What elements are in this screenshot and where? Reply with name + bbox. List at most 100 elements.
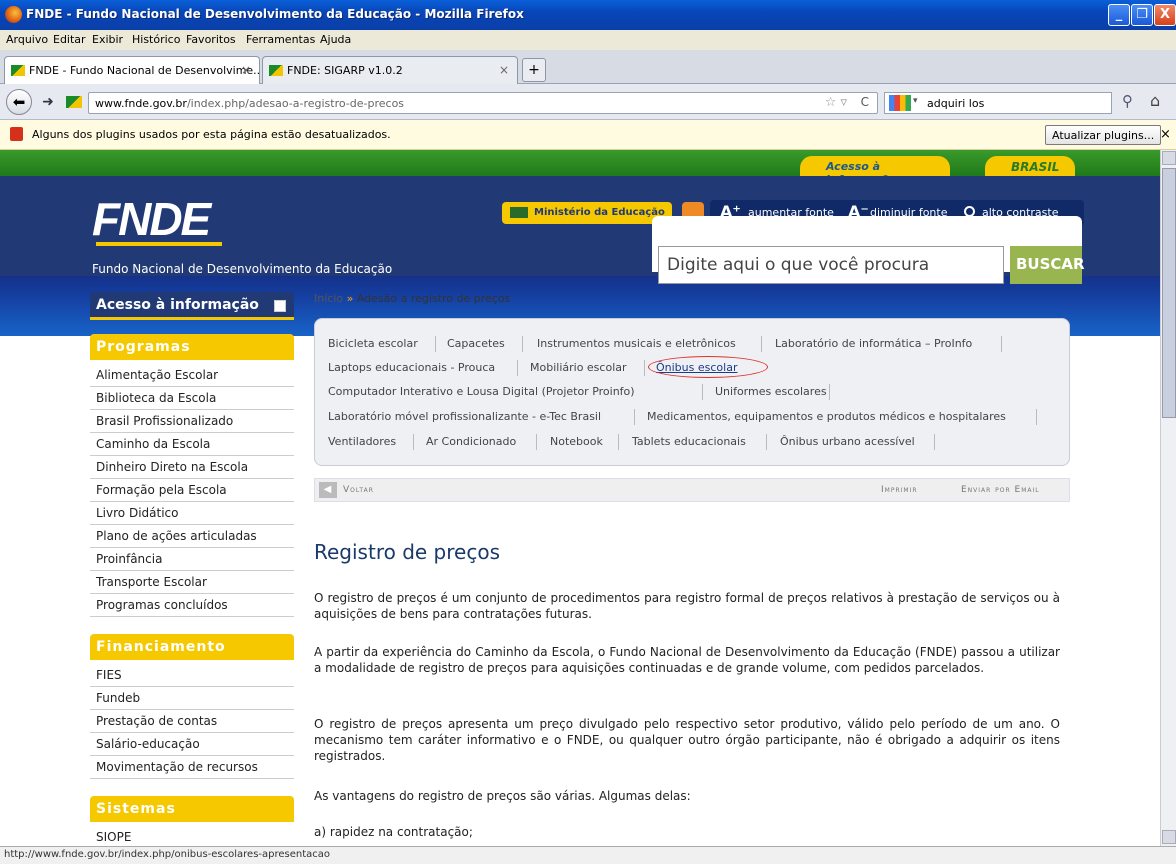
category-instrumentos[interactable]: Instrumentos musicais e eletrônicos [537, 337, 736, 350]
fnde-logo[interactable]: FNDE [92, 192, 211, 246]
tab-fnde[interactable]: FNDE - Fundo Nacional de Desenvolvime...… [4, 56, 260, 84]
sidebar-item-livro-didatico[interactable]: Livro Didático [90, 502, 294, 525]
close-button[interactable]: X [1154, 4, 1176, 26]
category-tablets[interactable]: Tablets educacionais [632, 435, 746, 448]
programas-heading: Programas [90, 334, 294, 360]
menu-ajuda[interactable]: Ajuda [320, 33, 351, 46]
sidebar-item-biblioteca[interactable]: Biblioteca da Escola [90, 387, 294, 410]
category-lab-movel[interactable]: Laboratório móvel profissionalizante - e… [328, 410, 601, 423]
back-arrow-icon[interactable]: ⬅ [6, 89, 32, 115]
search-magnifier-icon[interactable]: ⚲ [1122, 92, 1133, 110]
article-toolbar: ◀ Voltar Imprimir Enviar por Email [314, 478, 1070, 502]
new-tab-button[interactable]: + [522, 58, 546, 82]
site-favicon-icon [66, 96, 82, 108]
sidebar-item-salario-educacao[interactable]: Salário-educação [90, 733, 294, 756]
home-icon[interactable]: ⌂ [1150, 91, 1160, 110]
menu-arquivo[interactable]: Arquivo [6, 33, 48, 46]
sidebar-item-siope[interactable]: SIOPE [90, 826, 294, 846]
article-paragraph: O registro de preços apresenta um preço … [314, 717, 1060, 763]
sidebar-item-formacao[interactable]: Formação pela Escola [90, 479, 294, 502]
maximize-button[interactable]: ❐ [1131, 4, 1153, 26]
tab-close-icon[interactable]: × [241, 63, 251, 77]
window-titlebar: FNDE - Fundo Nacional de Desenvolvimento… [0, 0, 1176, 30]
brazil-flag-icon [269, 65, 283, 76]
sidebar-item-brasil-profissionalizado[interactable]: Brasil Profissionalizado [90, 410, 294, 433]
breadcrumb-home[interactable]: Início [314, 292, 343, 305]
category-computador-interativo[interactable]: Computador Interativo e Lousa Digital (P… [328, 385, 635, 398]
category-ventiladores[interactable]: Ventiladores [328, 435, 396, 448]
article-paragraph: A partir da experiência do Caminho da Es… [314, 645, 1060, 675]
update-plugins-button[interactable]: Atualizar plugins... [1045, 125, 1162, 145]
tab-close-icon[interactable]: × [499, 63, 509, 77]
scroll-thumb[interactable] [1162, 168, 1176, 418]
divider [634, 409, 635, 425]
category-capacetes[interactable]: Capacetes [447, 337, 505, 350]
sidebar-item-proinfancia[interactable]: Proinfância [90, 548, 294, 571]
menu-historico[interactable]: Histórico [132, 33, 180, 46]
category-bicicleta[interactable]: Bicicleta escolar [328, 337, 418, 350]
dropdown-arrow-icon[interactable]: ▾ [913, 96, 918, 106]
divider [829, 384, 830, 400]
menu-exibir[interactable]: Exibir [92, 33, 123, 46]
back-arrow-icon[interactable]: ◀ [319, 482, 337, 498]
plugin-bar-close-icon[interactable]: × [1160, 127, 1171, 142]
buscar-button[interactable]: BUSCAR [1010, 246, 1085, 284]
scroll-up-icon[interactable] [1162, 151, 1176, 165]
sidebar-item-transporte[interactable]: Transporte Escolar [90, 571, 294, 594]
article-paragraph: As vantagens do registro de preços são v… [314, 789, 691, 803]
breadcrumb: Início » Adesão a registro de preços [314, 292, 510, 305]
divider [1036, 409, 1037, 425]
scroll-down-icon[interactable] [1162, 830, 1176, 844]
minimize-button[interactable]: _ [1108, 4, 1130, 26]
sidebar-item-prestacao-contas[interactable]: Prestação de contas [90, 710, 294, 733]
divider [644, 360, 645, 376]
acesso-informacao-menu[interactable]: Acesso à informação [90, 292, 294, 320]
category-laptops[interactable]: Laptops educacionais - Prouca [328, 361, 495, 374]
google-search-engine-icon[interactable] [889, 95, 911, 111]
category-ar-condicionado[interactable]: Ar Condicionado [426, 435, 516, 448]
category-lab-informatica[interactable]: Laboratório de informática – ProInfo [775, 337, 972, 350]
ministerio-educacao-link[interactable]: Ministério da Educação [502, 202, 672, 224]
menu-ferramentas[interactable]: Ferramentas [246, 33, 315, 46]
article-paragraph: O registro de preços é um conjunto de pr… [314, 591, 1060, 621]
bookmark-star-icon[interactable]: ☆ ▿ [825, 95, 847, 110]
navigation-bar: ⬅ ➜ www.fnde.gov.br/index.php/adesao-a-r… [0, 84, 1176, 120]
tab-sigarp[interactable]: FNDE: SIGARP v1.0.2 × [262, 56, 518, 84]
category-links: Bicicleta escolar Capacetes Instrumentos… [314, 318, 1070, 466]
sidebar-item-caminho-escola[interactable]: Caminho da Escola [90, 433, 294, 456]
sidebar-item-programas-concluidos[interactable]: Programas concluídos [90, 594, 294, 617]
url-domain: www.fnde.gov.br [95, 97, 187, 110]
plugin-warning-text: Alguns dos plugins usados por esta págin… [32, 128, 391, 141]
status-bar: http://www.fnde.gov.br/index.php/onibus-… [0, 846, 1176, 864]
menu-favoritos[interactable]: Favoritos [186, 33, 236, 46]
sidebar-item-movimentacao[interactable]: Movimentação de recursos [90, 756, 294, 779]
sidebar-item-dinheiro-direto[interactable]: Dinheiro Direto na Escola [90, 456, 294, 479]
site-search-input[interactable]: Digite aqui o que você procura [658, 246, 1004, 284]
sidebar-item-alimentacao[interactable]: Alimentação Escolar [90, 364, 294, 387]
sidebar-item-plano-acoes[interactable]: Plano de ações articuladas [90, 525, 294, 548]
category-uniformes[interactable]: Uniformes escolares [715, 385, 827, 398]
menu-editar[interactable]: Editar [53, 33, 86, 46]
acesso-informacao-link[interactable]: Acesso à Informação [800, 156, 950, 186]
brasil-link[interactable]: BRASIL [985, 156, 1075, 176]
imprimir-link[interactable]: Imprimir [881, 485, 918, 495]
tab-label: FNDE: SIGARP v1.0.2 [287, 64, 403, 77]
category-onibus-urbano[interactable]: Ônibus urbano acessível [780, 435, 915, 448]
category-mobiliario[interactable]: Mobiliário escolar [530, 361, 627, 374]
forward-arrow-icon[interactable]: ➜ [38, 92, 58, 112]
url-bar[interactable]: www.fnde.gov.br/index.php/adesao-a-regis… [88, 92, 878, 114]
category-medicamentos[interactable]: Medicamentos, equipamentos e produtos mé… [647, 410, 1006, 423]
voltar-link[interactable]: Voltar [343, 485, 374, 495]
vertical-scrollbar[interactable] [1160, 150, 1176, 846]
acesso-label: Acesso à informação [96, 297, 259, 313]
plugin-warning-icon [10, 127, 23, 141]
enviar-email-link[interactable]: Enviar por Email [961, 485, 1040, 495]
category-notebook[interactable]: Notebook [550, 435, 603, 448]
tab-label: FNDE - Fundo Nacional de Desenvolvime... [29, 64, 260, 77]
sidebar-item-fundeb[interactable]: Fundeb [90, 687, 294, 710]
breadcrumb-current: Adesão a registro de preços [356, 292, 511, 305]
expand-icon[interactable] [274, 300, 286, 312]
sidebar-item-fies[interactable]: FIES [90, 664, 294, 687]
reload-icon[interactable]: C [861, 95, 869, 109]
web-search-box[interactable]: ▾ adquiri los [884, 92, 1112, 114]
